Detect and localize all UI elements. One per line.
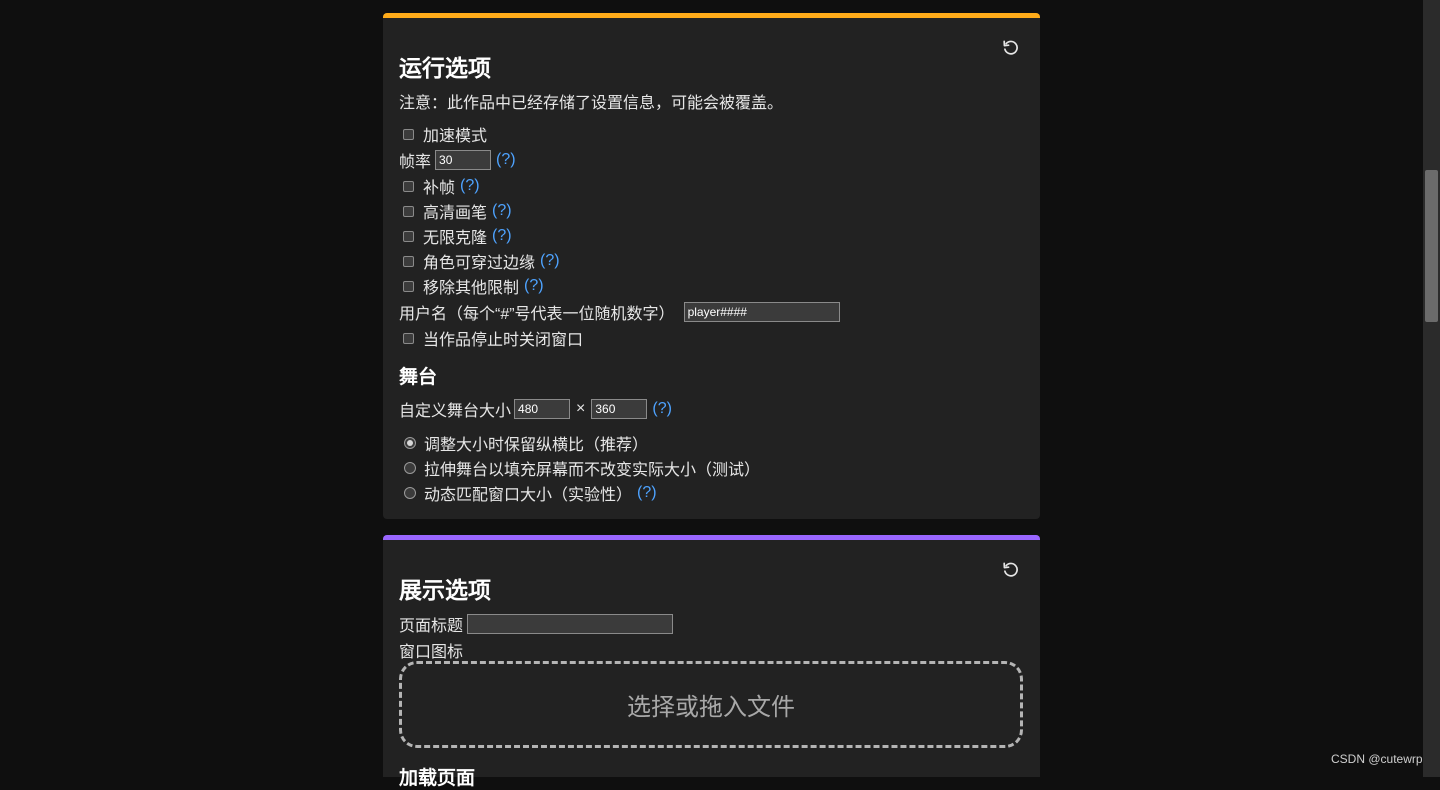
close-when-stopped-label: 当作品停止时关闭窗口 bbox=[423, 332, 584, 349]
framerate-help-link[interactable]: (?) bbox=[496, 151, 516, 169]
hq-pen-label: 高清画笔 bbox=[423, 205, 488, 222]
hq-pen-option[interactable]: 高清画笔 (?) bbox=[399, 200, 512, 222]
turbo-mode-option[interactable]: 加速模式 bbox=[399, 123, 487, 145]
resize-stretch-label: 拉伸舞台以填充屏幕而不改变实际大小（测试） bbox=[424, 462, 761, 479]
watermark: CSDN @cutewrp bbox=[1331, 752, 1423, 766]
fencing-help-link[interactable]: (?) bbox=[540, 252, 560, 270]
interpolation-checkbox[interactable] bbox=[403, 180, 414, 192]
vertical-scrollbar[interactable] bbox=[1423, 0, 1440, 777]
interpolation-label: 补帧 bbox=[423, 180, 456, 197]
infinite-clones-help-link[interactable]: (?) bbox=[492, 227, 512, 245]
times-sign: × bbox=[576, 400, 586, 417]
page-title-option: 页面标题 bbox=[399, 613, 674, 635]
window-icon-label: 窗口图标 bbox=[399, 644, 464, 661]
display-options-title: 展示选项 bbox=[399, 577, 491, 603]
close-when-stopped-option[interactable]: 当作品停止时关闭窗口 bbox=[399, 327, 583, 349]
turbo-mode-checkbox[interactable] bbox=[403, 128, 414, 140]
page-title-input[interactable] bbox=[467, 614, 674, 634]
run-options-title: 运行选项 bbox=[399, 55, 491, 81]
display-options-section: 展示选项 页面标题 窗口图标 选择或拖入文件 加载页面 bbox=[383, 535, 1040, 789]
stage-heading: 舞台 bbox=[399, 367, 438, 388]
custom-stage-size-option: 自定义舞台大小 × (?) bbox=[399, 398, 672, 420]
fencing-label: 角色可穿过边缘 bbox=[423, 255, 536, 272]
reset-display-options-button[interactable] bbox=[1002, 561, 1020, 579]
infinite-clones-checkbox[interactable] bbox=[403, 230, 414, 242]
reset-run-options-button[interactable] bbox=[1002, 39, 1020, 57]
hq-pen-help-link[interactable]: (?) bbox=[492, 202, 512, 220]
stage-size-help-link[interactable]: (?) bbox=[652, 400, 672, 418]
stage-height-input[interactable] bbox=[591, 399, 648, 419]
misc-limits-label: 移除其他限制 bbox=[423, 280, 520, 297]
resize-stretch-radio[interactable] bbox=[404, 462, 416, 474]
stage-width-input[interactable] bbox=[514, 399, 571, 419]
username-option: 用户名（每个“#”号代表一位随机数字） bbox=[399, 301, 840, 323]
infinite-clones-label: 无限克隆 bbox=[423, 230, 488, 247]
infinite-clones-option[interactable]: 无限克隆 (?) bbox=[399, 225, 512, 247]
settings-notice-text: 注意：此作品中已经存储了设置信息，可能会被覆盖。 bbox=[399, 95, 784, 112]
window-icon-dropzone[interactable]: 选择或拖入文件 bbox=[399, 661, 1023, 748]
display-options-accent-bar bbox=[383, 535, 1040, 540]
turbo-mode-label: 加速模式 bbox=[423, 128, 488, 145]
run-options-accent-bar bbox=[383, 13, 1040, 18]
resize-dynamic-label: 动态匹配窗口大小（实验性） bbox=[424, 487, 633, 504]
resize-option-stretch[interactable]: 拉伸舞台以填充屏幕而不改变实际大小（测试） bbox=[399, 457, 760, 479]
interpolation-option[interactable]: 补帧 (?) bbox=[399, 175, 480, 197]
hq-pen-checkbox[interactable] bbox=[403, 205, 414, 217]
username-input[interactable] bbox=[683, 302, 840, 322]
username-label: 用户名（每个“#”号代表一位随机数字） bbox=[399, 306, 675, 323]
framerate-option: 帧率 (?) bbox=[399, 149, 516, 171]
close-when-stopped-checkbox[interactable] bbox=[403, 332, 414, 344]
interpolation-help-link[interactable]: (?) bbox=[460, 177, 480, 195]
settings-notice: 注意：此作品中已经存储了设置信息，可能会被覆盖。 bbox=[399, 90, 783, 112]
resize-dynamic-help-link[interactable]: (?) bbox=[637, 484, 657, 502]
resize-dynamic-radio[interactable] bbox=[404, 487, 416, 499]
dropzone-text: 选择或拖入文件 bbox=[627, 694, 795, 721]
framerate-input[interactable] bbox=[435, 150, 492, 170]
fencing-option[interactable]: 角色可穿过边缘 (?) bbox=[399, 250, 560, 272]
scrollbar-thumb[interactable] bbox=[1425, 170, 1438, 322]
resize-option-dynamic[interactable]: 动态匹配窗口大小（实验性） (?) bbox=[399, 482, 657, 504]
resize-preserve-ratio-label: 调整大小时保留纵横比（推荐） bbox=[424, 437, 649, 454]
window-icon-option: 窗口图标 bbox=[399, 639, 463, 661]
framerate-label: 帧率 bbox=[399, 154, 432, 171]
reset-icon bbox=[1003, 562, 1018, 577]
resize-option-preserve-ratio[interactable]: 调整大小时保留纵横比（推荐） bbox=[399, 432, 648, 454]
misc-limits-option[interactable]: 移除其他限制 (?) bbox=[399, 275, 544, 297]
fencing-checkbox[interactable] bbox=[403, 255, 414, 267]
misc-limits-help-link[interactable]: (?) bbox=[524, 277, 544, 295]
reset-icon bbox=[1003, 40, 1018, 55]
misc-limits-checkbox[interactable] bbox=[403, 280, 414, 292]
page-title-label: 页面标题 bbox=[399, 618, 464, 635]
custom-stage-size-label: 自定义舞台大小 bbox=[399, 403, 512, 420]
run-options-section: 运行选项 注意：此作品中已经存储了设置信息，可能会被覆盖。 加速模式 帧率 (?… bbox=[383, 13, 1040, 519]
resize-preserve-ratio-radio[interactable] bbox=[404, 437, 416, 449]
